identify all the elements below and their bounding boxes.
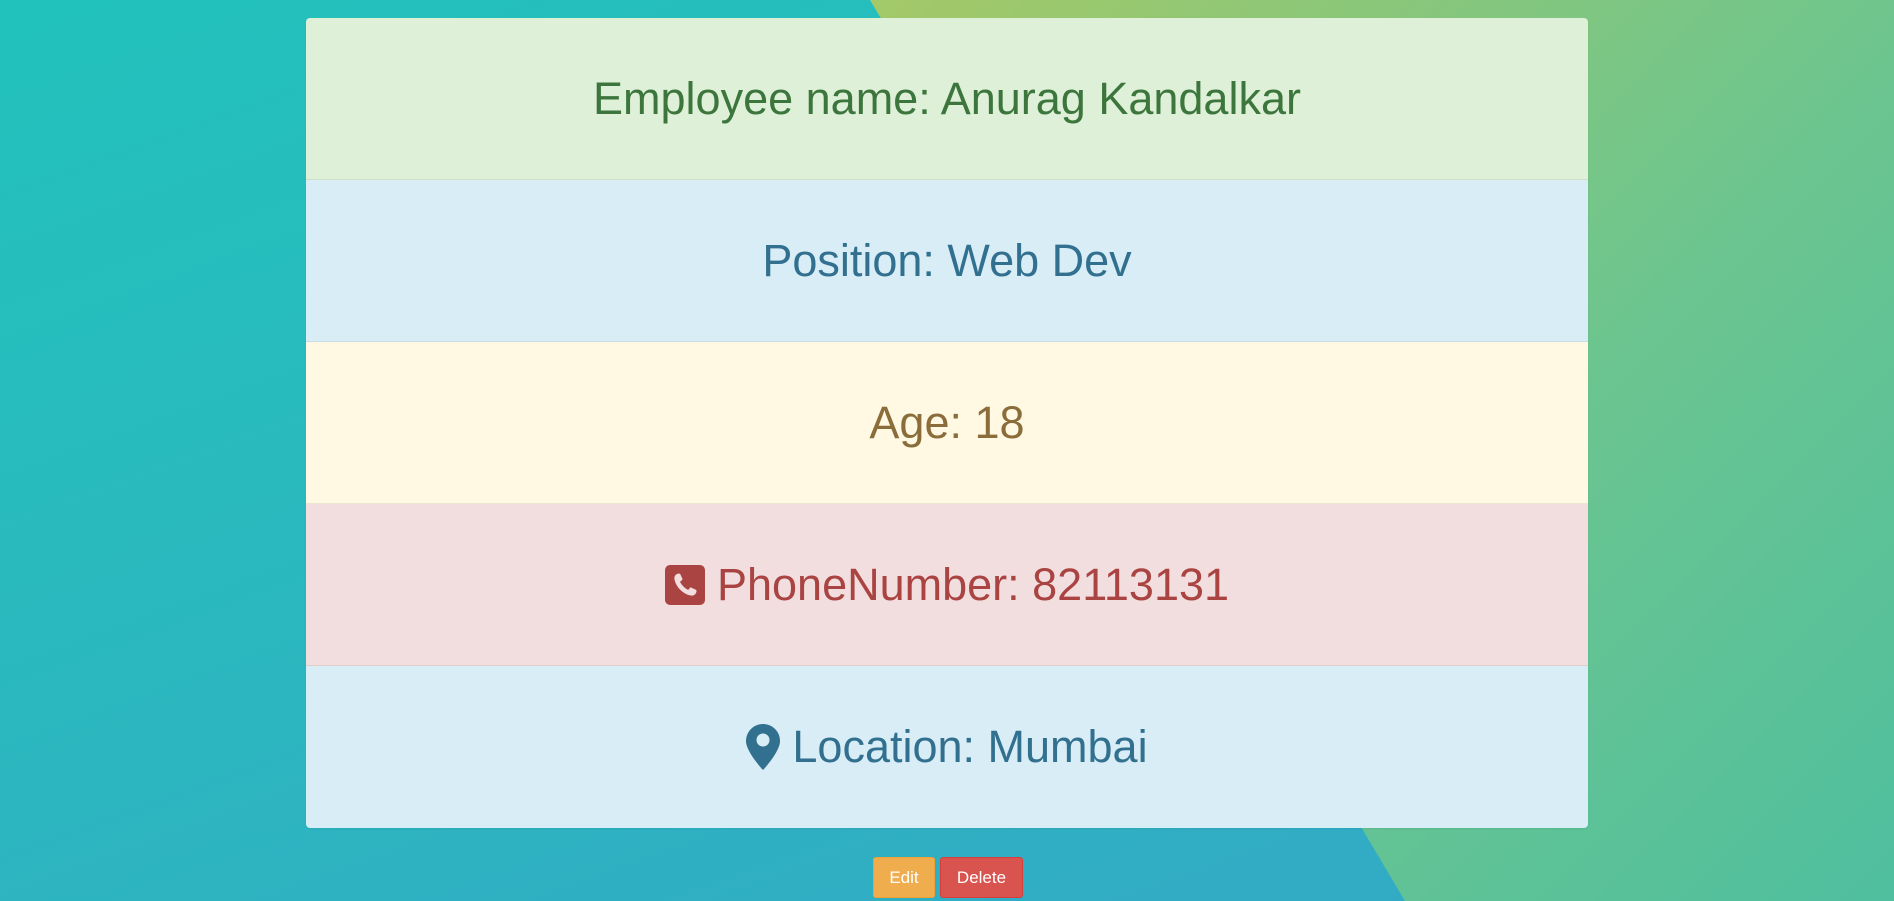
- phone-square-icon: [664, 564, 705, 605]
- phone-row: PhoneNumber: 82113131: [306, 504, 1588, 666]
- age-row: Age: 18: [306, 342, 1588, 504]
- location-row: Location: Mumbai: [306, 666, 1588, 828]
- location-text: Location: Mumbai: [792, 721, 1148, 772]
- age-text: Age: 18: [869, 396, 1025, 448]
- action-buttons: Edit Delete: [873, 857, 1023, 898]
- position-text: Position: Web Dev: [762, 234, 1132, 286]
- employee-details-card: Employee name: Anurag Kandalkar Position…: [306, 18, 1588, 828]
- map-marker-icon: [746, 724, 781, 770]
- position-row: Position: Web Dev: [306, 180, 1588, 342]
- employee-name-text: Employee name: Anurag Kandalkar: [593, 72, 1301, 124]
- delete-button[interactable]: Delete: [940, 857, 1023, 898]
- employee-name-row: Employee name: Anurag Kandalkar: [306, 18, 1588, 180]
- phone-text: PhoneNumber: 82113131: [716, 558, 1230, 610]
- edit-button[interactable]: Edit: [873, 857, 935, 898]
